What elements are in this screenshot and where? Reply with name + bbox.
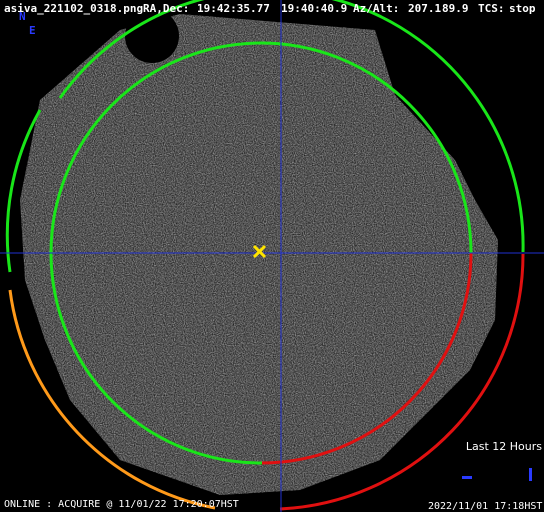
timestamp-text: 2022/11/01 17:18HST [428,501,543,512]
dec-value: 19:40:40.9 [281,2,348,15]
radec-label: RA,Dec: [143,2,190,15]
legend-bar-icon [529,468,532,481]
ra-value: 19:42:35.77 [197,2,270,15]
azalt-label: Az/Alt: [353,2,400,15]
legend-title: Last 12 Hours [465,440,542,453]
alt-value: 89.9 [442,2,469,15]
legend-dash-icon [462,476,472,479]
az-value: 207.1 [408,2,442,15]
allsky-viewer: asiva_221102_0318.png RA,Dec: 19:42:35.7… [0,0,544,512]
north-label: N [19,10,26,23]
status-text: ONLINE : ACQUIRE @ 11/01/22 17:20:07HST [4,499,239,510]
sky-image-canvas[interactable] [0,0,544,512]
tcs-value: stop [509,2,536,15]
east-label: E [29,24,36,37]
tcs-label: TCS: [478,2,505,15]
